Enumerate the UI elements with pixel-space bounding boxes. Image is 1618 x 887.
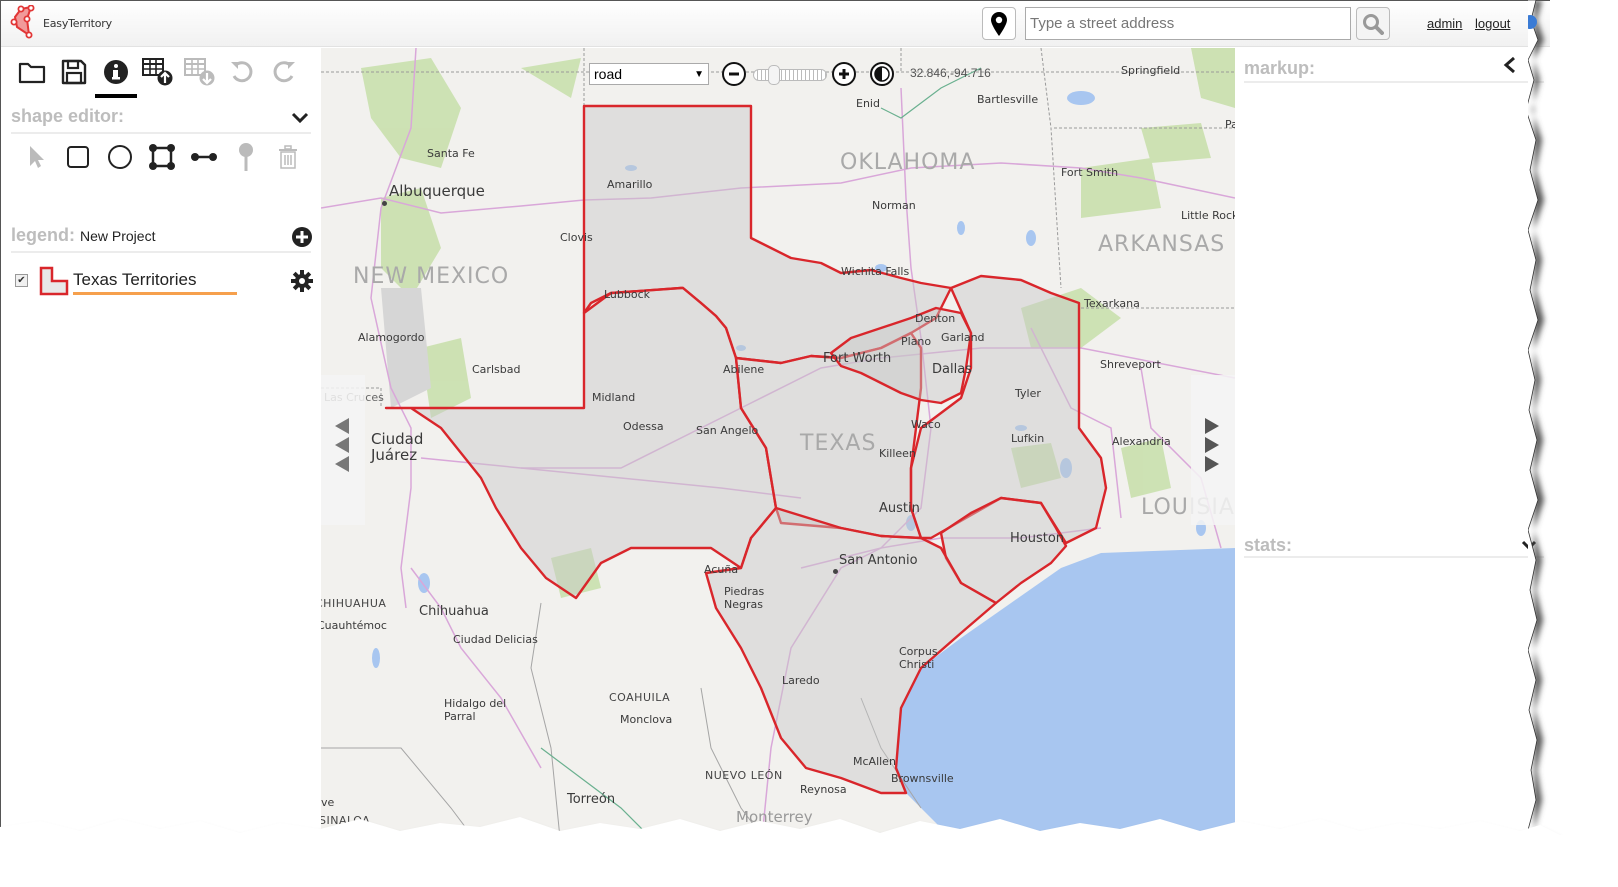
chevron-left-icon[interactable] (1503, 56, 1517, 74)
locate-button[interactable] (982, 7, 1016, 40)
map-style-select[interactable]: road ▼ (589, 63, 709, 85)
triangle-left-icon (335, 437, 349, 453)
pin-tool-button[interactable] (225, 140, 267, 174)
trash-icon (279, 145, 297, 169)
divider (11, 251, 311, 253)
legend-title: legend: (11, 225, 76, 245)
layer-visibility-checkbox[interactable]: ✔ (15, 274, 28, 287)
map-canvas[interactable]: NEW MEXICO OKLAHOMA ARKANSAS TEXAS LOUIS… (321, 48, 1235, 840)
triangle-right-icon (1205, 418, 1219, 434)
table-download-icon (184, 58, 215, 86)
cursor-coordinates: 32.846,-94.716 (910, 66, 991, 80)
territory-west-texas (384, 286, 778, 600)
circle-icon (108, 145, 132, 169)
undo-icon (231, 61, 253, 83)
contrast-half-circle-icon (874, 66, 890, 82)
contrast-toggle-button[interactable] (870, 62, 894, 86)
open-project-button[interactable] (11, 54, 53, 90)
save-button[interactable] (53, 54, 95, 90)
polygon-tool-button[interactable] (141, 140, 183, 174)
torn-edge-right (1528, 0, 1544, 887)
project-name: New Project (80, 228, 156, 244)
city-dot (833, 569, 838, 574)
plus-circle-icon (839, 69, 849, 79)
right-panel: markup: stats: (1235, 48, 1550, 840)
upload-table-button[interactable] (137, 54, 179, 90)
dropdown-arrow-icon: ▼ (694, 68, 704, 80)
zoom-out-button[interactable] (722, 62, 746, 86)
admin-link[interactable]: admin (1427, 16, 1462, 31)
markup-title: markup: (1244, 58, 1316, 78)
line-segment-icon (191, 153, 217, 161)
layer-name-link[interactable]: Texas Territories (73, 270, 196, 290)
logout-link[interactable]: logout (1475, 16, 1510, 31)
shape-tools (15, 140, 309, 174)
select-tool-button[interactable] (15, 140, 57, 174)
minus-circle-icon (729, 72, 739, 76)
triangle-right-icon (1205, 456, 1219, 472)
map-pin-icon (991, 11, 1007, 36)
territory-polygon-logo-icon (10, 5, 35, 39)
polygon-vertices-icon (149, 144, 175, 170)
map-basemap (321, 48, 1235, 840)
shape-editor-title: shape editor: (11, 106, 125, 126)
city-dot (382, 201, 387, 206)
chevron-down-icon[interactable] (291, 112, 309, 124)
info-button[interactable] (95, 54, 137, 98)
info-icon (104, 60, 128, 84)
redo-icon (273, 61, 295, 83)
zoom-slider-thumb[interactable] (768, 65, 780, 85)
gear-icon[interactable] (291, 270, 313, 292)
layer-underline (73, 292, 237, 295)
app-name: EasyTerritory (43, 16, 112, 30)
line-tool-button[interactable] (183, 140, 225, 174)
zoom-slider[interactable] (753, 65, 827, 85)
table-upload-icon (142, 58, 173, 86)
rectangle-tool-button[interactable] (57, 140, 99, 174)
expand-right-panel-handle[interactable] (1191, 375, 1235, 525)
search-button[interactable] (1356, 7, 1390, 40)
triangle-left-icon (335, 418, 349, 434)
divider (11, 132, 311, 134)
map-style-value: road (594, 66, 623, 82)
square-icon (67, 146, 89, 168)
app-logo[interactable]: EasyTerritory (9, 5, 112, 41)
circle-tool-button[interactable] (99, 140, 141, 174)
left-panel: shape editor: legend: New Project ✔ Texa… (1, 48, 335, 840)
search-icon (1363, 13, 1384, 35)
app-window: EasyTerritory admin logout (0, 0, 1550, 840)
legend-layer-row: ✔ Texas Territories (15, 264, 315, 298)
stats-title: stats: (1244, 535, 1293, 555)
folder-icon (18, 62, 46, 84)
zoom-in-button[interactable] (832, 62, 856, 86)
add-layer-icon[interactable] (291, 226, 313, 248)
triangle-right-icon (1205, 437, 1219, 453)
torn-edge-bottom (0, 817, 1618, 887)
redo-button[interactable] (263, 54, 305, 90)
pushpin-icon (239, 143, 253, 171)
triangle-left-icon (335, 456, 349, 472)
header: EasyTerritory admin logout (1, 1, 1550, 47)
save-icon (61, 59, 87, 85)
divider (1244, 556, 1544, 558)
main-toolbar (11, 54, 305, 98)
undo-button[interactable] (221, 54, 263, 90)
expand-left-panel-handle[interactable] (321, 375, 365, 525)
pointer-icon (30, 146, 44, 168)
delete-tool-button[interactable] (267, 140, 309, 174)
polygon-layer-swatch-icon (39, 266, 69, 296)
address-search-input[interactable] (1025, 7, 1351, 40)
download-table-button[interactable] (179, 54, 221, 90)
divider (1244, 81, 1544, 83)
